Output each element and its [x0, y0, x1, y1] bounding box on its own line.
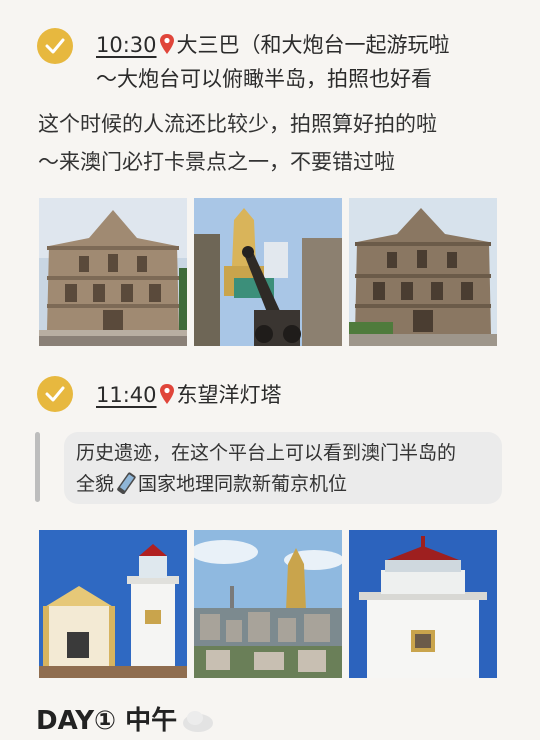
description-line-2: ～来澳门必打卡景点之一，不要错过啦	[38, 150, 395, 174]
photo-cannon-lisboa[interactable]	[194, 198, 342, 346]
check-circle-icon	[37, 376, 73, 412]
stop2-title: 11:40 东望洋灯塔	[96, 379, 282, 411]
map-pin-icon	[159, 382, 175, 404]
stop1-time: 10:30	[96, 33, 157, 57]
day-heading-text: DAY① 中午	[36, 706, 178, 736]
quote-box: 历史遗迹，在这个平台上可以看到澳门半岛的 全貌 国家地理同款新葡京机位	[64, 432, 502, 504]
quote-line-2-start: 全貌	[76, 473, 115, 495]
quote-line-1: 历史遗迹，在这个平台上可以看到澳门半岛的	[76, 442, 457, 464]
day-heading: DAY① 中午	[36, 700, 215, 737]
stop1-subtitle: ～大炮台可以俯瞰半岛，拍照也好看	[96, 67, 432, 91]
cloud-icon	[181, 709, 215, 733]
stop2-place: 东望洋灯塔	[176, 383, 282, 407]
check-circle-icon	[37, 28, 73, 64]
quote-line-2-end: 国家地理同款新葡京机位	[138, 473, 348, 495]
map-pin-icon	[159, 32, 175, 54]
quote-line-2: 全貌 国家地理同款新葡京机位	[76, 469, 490, 500]
photo-guia-chapel-lighthouse[interactable]	[39, 530, 187, 678]
quote-bar	[35, 432, 40, 502]
photo-ruins-st-paul-2[interactable]	[349, 198, 497, 346]
phone-icon	[114, 472, 138, 495]
description-line-1: 这个时候的人流还比较少，拍照算好拍的啦	[38, 112, 437, 136]
stop2-time: 11:40	[96, 383, 157, 407]
stop1-place: 大三巴（和大炮台一起游玩啦	[176, 33, 450, 57]
photo-peninsula-view[interactable]	[194, 530, 342, 678]
photo-guia-lighthouse[interactable]	[349, 530, 497, 678]
photo-ruins-st-paul-1[interactable]	[39, 198, 187, 346]
stop1-title: 10:30 大三巴（和大炮台一起游玩啦	[96, 29, 450, 61]
